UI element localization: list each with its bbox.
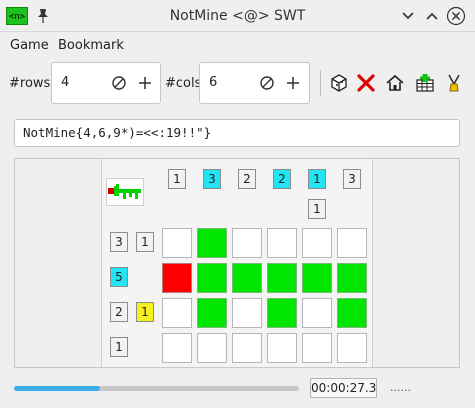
menu-game[interactable]: Game bbox=[10, 38, 49, 54]
minimize-button[interactable] bbox=[398, 6, 418, 26]
rows-clear-icon[interactable] bbox=[110, 74, 128, 92]
column-clue: 2 bbox=[273, 169, 291, 189]
grid-cell[interactable] bbox=[162, 263, 192, 293]
grid-cell[interactable] bbox=[162, 298, 192, 328]
toolbar-separator bbox=[320, 70, 321, 96]
grid-cell[interactable] bbox=[302, 298, 332, 328]
close-button[interactable] bbox=[446, 6, 466, 26]
grid-cell[interactable] bbox=[197, 298, 227, 328]
red-x-icon[interactable] bbox=[355, 72, 377, 94]
column-clue: 3 bbox=[343, 169, 361, 189]
status-dots: ...... bbox=[390, 381, 411, 394]
maximize-button[interactable] bbox=[422, 6, 442, 26]
home-icon[interactable] bbox=[384, 72, 406, 94]
cols-value[interactable]: 6 bbox=[209, 63, 217, 103]
row-clue: 2 bbox=[110, 302, 128, 322]
row-clue: 5 bbox=[110, 267, 128, 287]
column-clue: 3 bbox=[203, 169, 221, 189]
grid-cell[interactable] bbox=[197, 333, 227, 363]
rows-label: #rows bbox=[9, 76, 51, 91]
timer-display: 00:00:27.3 bbox=[310, 378, 377, 398]
column-clue: 1 bbox=[308, 199, 326, 219]
row-clue: 1 bbox=[110, 337, 128, 357]
cols-spinner[interactable]: 6 bbox=[199, 62, 310, 104]
grid-cell[interactable] bbox=[337, 333, 367, 363]
grid-cell[interactable] bbox=[197, 263, 227, 293]
grid-cell[interactable] bbox=[302, 263, 332, 293]
grid-cell[interactable] bbox=[162, 228, 192, 258]
menu-bookmark[interactable]: Bookmark bbox=[58, 38, 124, 54]
broom-icon[interactable] bbox=[443, 72, 465, 94]
grid-cell[interactable] bbox=[232, 333, 262, 363]
grid-cell[interactable] bbox=[162, 333, 192, 363]
grid-cell[interactable] bbox=[197, 228, 227, 258]
rows-value[interactable]: 4 bbox=[61, 63, 69, 103]
grid-cell[interactable] bbox=[302, 228, 332, 258]
cube-icon[interactable] bbox=[328, 72, 350, 94]
grid-cell[interactable] bbox=[302, 333, 332, 363]
progress-fill bbox=[14, 386, 100, 391]
grid-plus-icon[interactable] bbox=[414, 72, 436, 94]
grid-cell[interactable] bbox=[232, 263, 262, 293]
grid-cell[interactable] bbox=[267, 298, 297, 328]
expression-field[interactable]: NotMine{4,6,9*)=<<:19!!"} bbox=[14, 119, 460, 147]
column-clue: 1 bbox=[168, 169, 186, 189]
cols-clear-icon[interactable] bbox=[258, 74, 276, 92]
grid-cell[interactable] bbox=[267, 228, 297, 258]
column-clue: 1 bbox=[308, 169, 326, 189]
expression-text[interactable]: NotMine{4,6,9*)=<<:19!!"} bbox=[23, 120, 211, 146]
grid-cell[interactable] bbox=[337, 228, 367, 258]
grid-cell[interactable] bbox=[267, 333, 297, 363]
grid-cell[interactable] bbox=[267, 263, 297, 293]
row-clue: 1 bbox=[136, 232, 154, 252]
cols-label: #cols bbox=[165, 76, 202, 91]
grid-cell[interactable] bbox=[232, 228, 262, 258]
cols-increment-icon[interactable] bbox=[284, 74, 302, 92]
row-clue: 1 bbox=[136, 302, 154, 322]
progress-bar bbox=[14, 386, 299, 391]
rows-spinner[interactable]: 4 bbox=[51, 62, 161, 104]
grid-cell[interactable] bbox=[337, 263, 367, 293]
row-clue: 3 bbox=[110, 232, 128, 252]
column-clue: 2 bbox=[238, 169, 256, 189]
rows-increment-icon[interactable] bbox=[136, 74, 154, 92]
grid-cell[interactable] bbox=[337, 298, 367, 328]
grid-cell[interactable] bbox=[232, 298, 262, 328]
key-icon bbox=[106, 178, 144, 206]
